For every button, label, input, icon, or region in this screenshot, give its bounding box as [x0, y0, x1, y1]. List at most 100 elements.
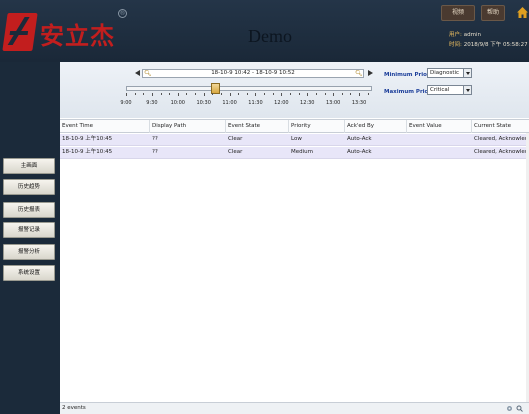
cell-event-value	[407, 147, 472, 158]
cell-event-time: 18-10-9 上午10:45	[62, 149, 113, 155]
cell-current-state: Cleared, Acknowledged	[474, 136, 529, 142]
time-value: 2018/9/8 下午 05:58:27	[463, 42, 528, 48]
timeline-tick-label: 10:00	[170, 100, 185, 106]
timeline-tick-label: 9:00	[120, 100, 132, 106]
sidebar-item-alarm-analysis[interactable]: 报警分析	[3, 244, 55, 260]
timeline-tick-label: 13:30	[351, 100, 367, 106]
timeline-minor-tick	[298, 93, 300, 95]
timeline-minor-tick	[238, 93, 240, 95]
timeline-minor-tick	[151, 93, 153, 96]
cell-priority: Medium	[291, 149, 313, 155]
time-range-field[interactable]: 🔍︎ 18-10-9 10:42 - 18-10-9 10:52 🔍︎	[142, 69, 364, 78]
timeline-minor-tick	[341, 93, 343, 95]
timeline-minor-tick	[255, 93, 257, 96]
timeline-minor-tick	[367, 93, 369, 95]
page-title: Demo	[248, 26, 292, 46]
timeline-tick-label: 13:00	[325, 100, 341, 106]
timeline-minor-tick	[195, 93, 197, 95]
timeline-tick-label: 10:30	[196, 100, 211, 106]
cell-acked-by: Auto-Ack	[347, 136, 372, 142]
timeline-track[interactable]	[126, 86, 372, 91]
sidebar-item-main-screen[interactable]: 主画面	[3, 158, 55, 174]
table-row[interactable]: 18-10-9 上午10:45 ?? Clear Low Auto-Ack Cl…	[60, 134, 529, 146]
column-event-state[interactable]: Event State	[226, 120, 289, 133]
help-button[interactable]: 帮助	[481, 5, 505, 21]
range-next-arrow-icon[interactable]	[368, 70, 373, 76]
timeline-minor-tick	[264, 93, 266, 95]
timeline-minor-tick	[307, 93, 309, 96]
timeline-minor-tick	[177, 93, 179, 96]
sidebar-item-history-trend[interactable]: 历史趋势	[3, 179, 55, 195]
time-range-value: 18-10-9 10:42 - 18-10-9 10:52	[211, 70, 295, 76]
range-prev-arrow-icon[interactable]	[135, 70, 140, 76]
logo-mark-icon	[2, 13, 38, 51]
logo-text: 安立杰	[40, 22, 115, 50]
timeline-tick-label: 12:30	[300, 100, 315, 106]
filter-controls: 🔍︎ 18-10-9 10:42 - 18-10-9 10:52 🔍︎ 9:00…	[60, 62, 529, 118]
chevron-down-icon	[463, 69, 471, 77]
cell-priority: Low	[291, 136, 302, 142]
timeline-minor-tick	[246, 93, 248, 95]
timeline-tick-label: 11:30	[248, 100, 263, 106]
timeline-minor-tick	[315, 93, 317, 95]
timeline-minor-tick	[212, 93, 214, 95]
sidebar: 主画面 历史趋势 历史报表 报警记录 报警分析 系统设置	[0, 62, 60, 414]
min-priority-select[interactable]: Diagnostic	[427, 68, 472, 78]
timeline-minor-tick	[169, 93, 171, 95]
timeline-minor-tick	[134, 93, 136, 95]
timeline-minor-tick	[350, 93, 352, 95]
timeline-minor-tick	[324, 93, 326, 95]
table-header: Event Time Display Path Event State Prio…	[60, 119, 529, 133]
time-label: 时间:	[449, 42, 462, 48]
home-icon[interactable]	[516, 6, 529, 19]
company-logo: 安立杰 ®	[2, 8, 127, 52]
alarm-panel: 🔍︎ 18-10-9 10:42 - 18-10-9 10:52 🔍︎ 9:00…	[60, 62, 529, 414]
cell-event-state: Clear	[228, 136, 243, 142]
timeline-ticks	[126, 93, 372, 97]
cell-event-value	[407, 134, 472, 145]
timeline-minor-tick	[359, 93, 361, 96]
zoom-in-icon[interactable]: 🔍︎	[355, 70, 363, 77]
timeline-minor-tick	[203, 93, 205, 96]
registered-mark: ®	[118, 9, 127, 18]
timeline-tick-label: 12:00	[274, 100, 289, 106]
timeline-minor-tick	[290, 93, 291, 95]
sidebar-item-history-report[interactable]: 历史报表	[3, 202, 55, 218]
max-priority-value: Critical	[430, 87, 450, 93]
search-icon[interactable]	[516, 405, 523, 412]
timeline-minor-tick	[281, 93, 283, 96]
event-count: 2 events	[62, 405, 86, 411]
cell-current-state: Cleared, Acknowledged	[474, 149, 529, 155]
timeline-minor-tick	[220, 93, 222, 95]
cell-event-state: Clear	[228, 149, 243, 155]
timeline-minor-tick	[186, 93, 188, 95]
column-event-value[interactable]: Event Value	[407, 120, 472, 133]
timeline-tick-label: 11:00	[222, 100, 237, 106]
timeline-minor-tick	[229, 93, 231, 96]
video-button[interactable]: 视频	[441, 5, 475, 21]
user-value: admin	[463, 32, 481, 38]
max-priority-select[interactable]: Critical	[427, 85, 472, 95]
timeline-tick-label: 9:30	[146, 100, 158, 106]
timeline-minor-tick	[143, 93, 145, 95]
column-priority[interactable]: Priority	[289, 120, 345, 133]
timeline-minor-tick	[333, 93, 335, 96]
column-current-state[interactable]: Current State	[472, 120, 529, 133]
app-header: 安立杰 ® Demo 视频 帮助 用户: admin 时间: 2018/9/8 …	[0, 0, 529, 62]
column-event-time[interactable]: Event Time	[60, 120, 150, 133]
cell-event-time: 18-10-9 上午10:45	[62, 136, 113, 142]
sidebar-item-alarm-log[interactable]: 报警记录	[3, 222, 55, 238]
user-label: 用户:	[449, 32, 462, 38]
timeline-minor-tick	[126, 93, 127, 96]
cell-display-path: ??	[152, 136, 158, 142]
zoom-out-icon[interactable]: 🔍︎	[144, 70, 152, 77]
column-acked-by[interactable]: Ack'ed By	[345, 120, 407, 133]
column-display-path[interactable]: Display Path	[150, 120, 226, 133]
settings-icon[interactable]	[506, 405, 513, 412]
min-priority-value: Diagnostic	[430, 70, 460, 76]
table-row[interactable]: 18-10-9 上午10:45 ?? Clear Medium Auto-Ack…	[60, 147, 529, 159]
sidebar-item-system-settings[interactable]: 系统设置	[3, 265, 55, 281]
cell-display-path: ??	[152, 149, 158, 155]
status-bar: 2 events	[60, 402, 529, 414]
timeline-minor-tick	[160, 93, 162, 95]
